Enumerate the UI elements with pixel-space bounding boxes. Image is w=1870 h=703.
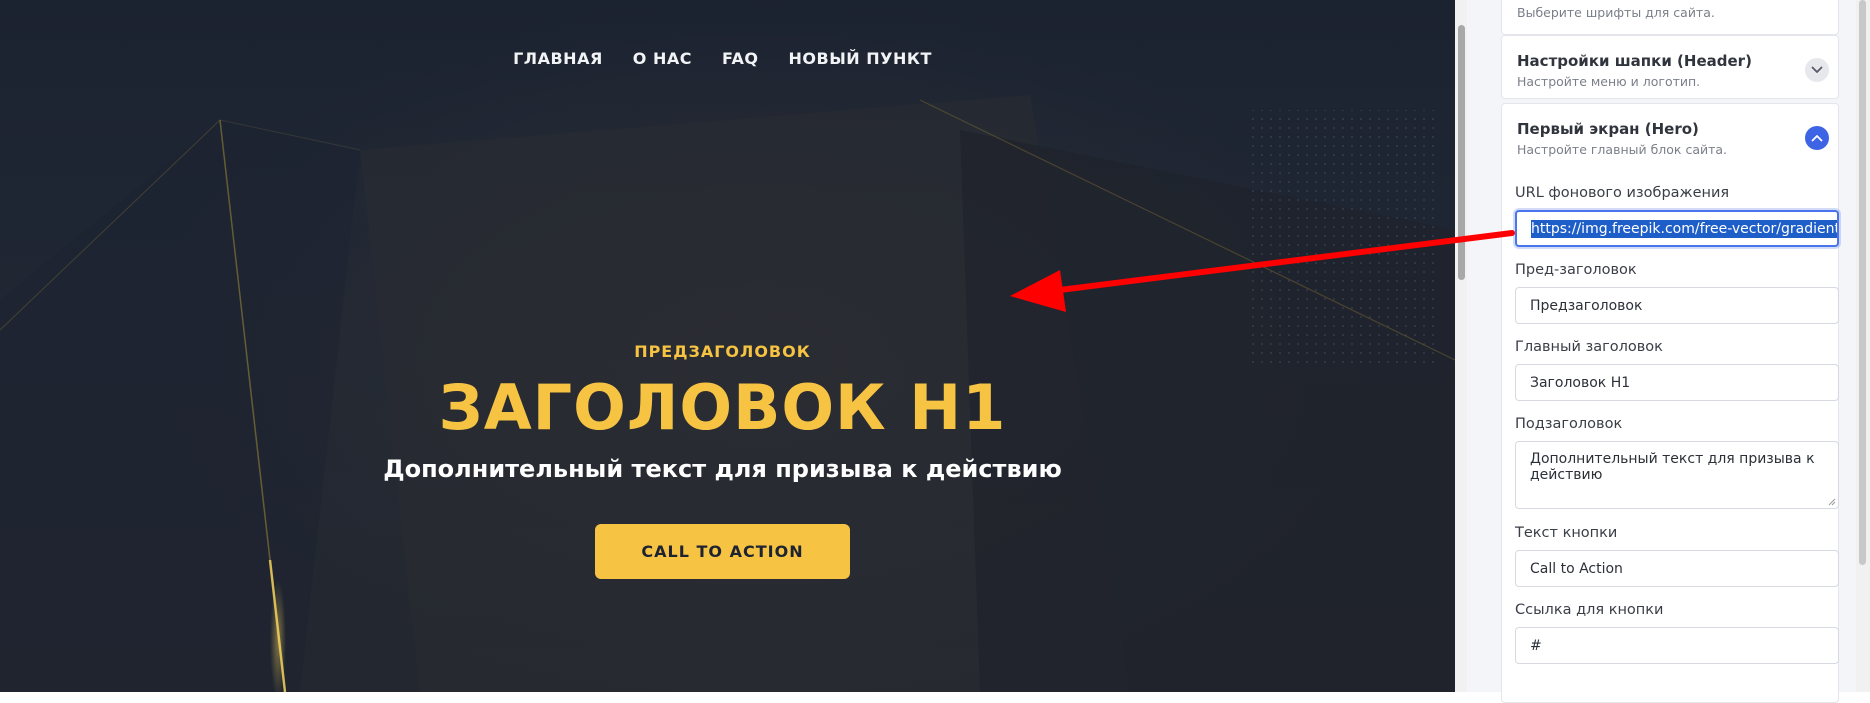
title-input[interactable]: Заголовок H1 [1515,364,1839,401]
panel-scroll-thumb[interactable] [1859,0,1866,565]
hero-pre-title: ПРЕДЗАГОЛОВОК [634,342,811,361]
chevron-up-icon[interactable] [1805,126,1829,150]
nav-item-new[interactable]: НОВЫЙ ПУНКТ [789,49,932,68]
button-text-input[interactable]: Call to Action [1515,550,1839,587]
bg-url-label: URL фонового изображения [1515,185,1730,201]
button-text-label: Текст кнопки [1515,525,1618,541]
resize-handle-icon[interactable] [1828,498,1836,506]
nav-item-about[interactable]: О НАС [633,49,692,68]
button-link-input[interactable]: # [1515,627,1839,664]
subtitle-textarea[interactable]: Дополнительный текст для призыва к дейст… [1515,441,1839,509]
nav-item-home[interactable]: ГЛАВНАЯ [513,49,603,68]
title-label: Главный заголовок [1515,339,1663,355]
preview-scrollbar[interactable] [1455,0,1467,692]
hero-title: ЗАГОЛОВОК H1 [438,371,1007,444]
header-card-title: Настройки шапки (Header) [1517,52,1752,70]
bg-url-value: https://img.freepik.com/free-vector/grad… [1531,219,1839,238]
header-card-desc: Настройте меню и логотип. [1517,74,1701,89]
panel-scrollbar[interactable] [1856,0,1870,692]
fonts-card-desc: Выберите шрифты для сайта. [1517,5,1715,20]
bg-url-input[interactable]: https://img.freepik.com/free-vector/grad… [1515,210,1839,247]
cta-button[interactable]: CALL TO ACTION [595,524,850,579]
subtitle-value: Дополнительный текст для призыва к дейст… [1530,451,1815,483]
subtitle-label: Подзаголовок [1515,416,1623,432]
preview-scroll-thumb[interactable] [1458,25,1465,280]
hero-subtitle: Дополнительный текст для призыва к дейст… [383,455,1062,483]
hero-card-desc: Настройте главный блок сайта. [1517,142,1728,157]
settings-panel: Выберите шрифты для сайта. Настройки шап… [1467,0,1870,703]
hero-card-title[interactable]: Первый экран (Hero) [1517,120,1699,138]
chevron-down-icon[interactable] [1805,58,1829,82]
header-settings-card[interactable]: Настройки шапки (Header) Настройте меню … [1501,35,1839,99]
nav-item-faq[interactable]: FAQ [722,49,759,68]
pre-title-input[interactable]: Предзаголовок [1515,287,1839,324]
fonts-settings-card[interactable]: Выберите шрифты для сайта. [1501,0,1839,35]
pre-title-label: Пред-заголовок [1515,262,1637,278]
site-preview: ГЛАВНАЯ О НАС FAQ НОВЫЙ ПУНКТ ПРЕДЗАГОЛО… [0,0,1455,692]
button-link-label: Ссылка для кнопки [1515,602,1664,618]
preview-nav: ГЛАВНАЯ О НАС FAQ НОВЫЙ ПУНКТ [0,49,1455,68]
